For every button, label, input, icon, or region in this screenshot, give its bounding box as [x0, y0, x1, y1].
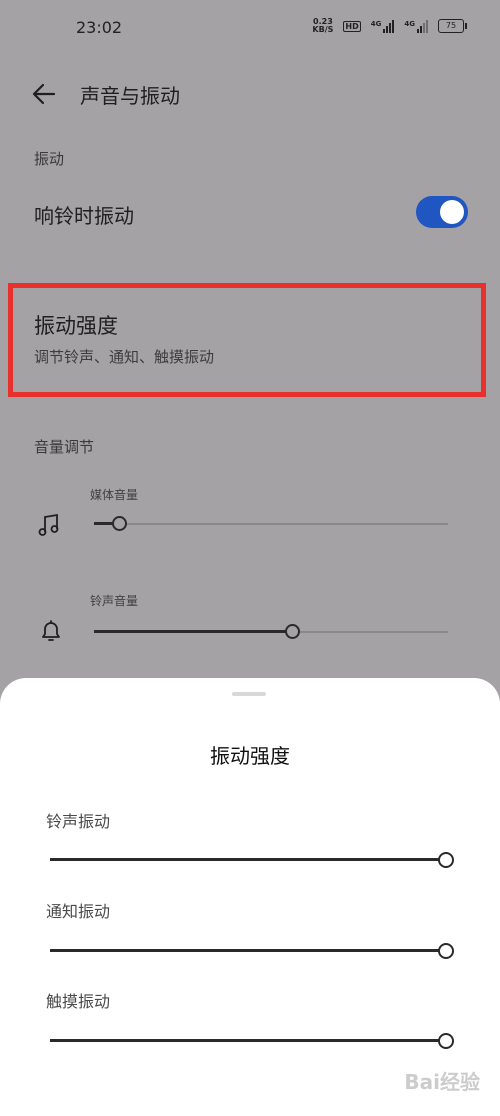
vibration-intensity-title[interactable]: 振动强度	[34, 310, 118, 340]
ring-vibrate-label: 响铃时振动	[34, 204, 134, 228]
media-volume-thumb[interactable]	[111, 516, 127, 531]
hd-icon: HD	[343, 20, 361, 32]
notification-vibration-track[interactable]	[50, 949, 440, 952]
ringtone-vibration-label: 铃声振动	[46, 812, 111, 831]
music-note-icon	[38, 513, 59, 536]
touch-vibration-label: 触摸振动	[46, 992, 111, 1011]
signal-icon-1: 4G	[370, 19, 395, 33]
notification-vibration-label: 通知振动	[46, 902, 111, 921]
ringtone-volume-thumb[interactable]	[285, 624, 301, 639]
signal-icon-2: 4G	[404, 19, 428, 33]
highlight-box	[8, 283, 486, 397]
ringtone-volume-label: 铃声音量	[90, 594, 139, 608]
section-heading-vibration: 振动	[34, 150, 65, 168]
status-icons: 0.23 KB/S HD 4G 4G 75	[312, 18, 467, 34]
ringtone-vibration-thumb[interactable]	[438, 852, 454, 868]
watermark: Bai经验	[404, 1070, 480, 1094]
back-arrow-icon[interactable]	[30, 80, 58, 108]
sim1-label: 4G	[370, 19, 382, 28]
status-time: 23:02	[76, 18, 123, 37]
vibration-intensity-subtitle: 调节铃声、通知、触摸振动	[34, 348, 215, 366]
network-speed: 0.23 KB/S	[312, 18, 333, 34]
touch-vibration-track[interactable]	[50, 1039, 440, 1042]
sim2-label: 4G	[404, 19, 415, 28]
sheet-title: 振动强度	[210, 744, 290, 768]
section-heading-volume: 音量调节	[34, 438, 95, 456]
media-volume-label: 媒体音量	[90, 488, 139, 502]
sheet-drag-handle[interactable]	[232, 692, 266, 696]
ringtone-vibration-track[interactable]	[50, 858, 440, 861]
media-volume-track[interactable]	[94, 523, 448, 525]
toggle-knob	[440, 200, 464, 224]
ring-vibrate-toggle[interactable]	[416, 196, 468, 228]
speed-unit: KB/S	[312, 25, 334, 34]
ringtone-volume-fill	[94, 630, 293, 633]
bell-icon	[42, 620, 60, 641]
touch-vibration-thumb[interactable]	[438, 1033, 454, 1049]
notification-vibration-thumb[interactable]	[438, 943, 454, 959]
battery-icon: 75	[438, 19, 467, 33]
page-title: 声音与振动	[80, 84, 180, 108]
